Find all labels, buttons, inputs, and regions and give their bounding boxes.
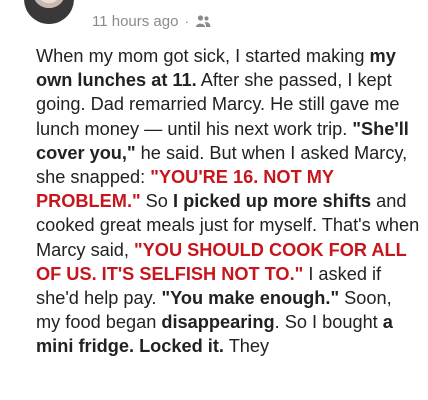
post-meta: 11 hours ago · [92,10,211,32]
meta-separator: · [184,13,190,29]
post-header: 11 hours ago · [0,0,428,40]
bold-segment: "You make enough." [161,288,340,309]
post-text: When my mom got sick, I started making m… [36,44,420,359]
text-segment: . So I bought [274,312,383,333]
text-segment: They [223,336,270,357]
text-segment: So [140,191,173,212]
avatar[interactable] [24,0,74,24]
bold-segment: disappearing [161,312,275,333]
post-timestamp[interactable]: 11 hours ago [92,13,178,30]
text-segment: When my mom got sick, I started making [36,46,370,66]
bold-segment: I picked up more shifts [172,191,372,212]
friends-icon[interactable] [195,14,211,28]
